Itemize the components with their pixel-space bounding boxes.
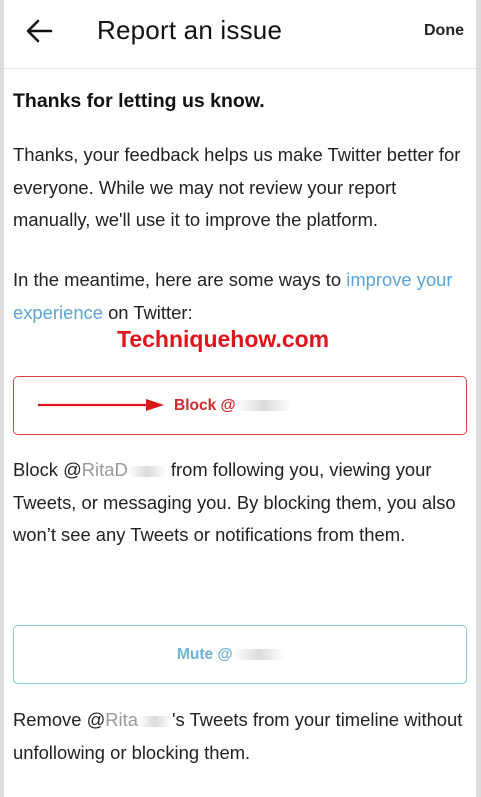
report-issue-screen: Report an issue Done Thanks for letting …: [4, 0, 476, 797]
meantime-suffix: on Twitter:: [102, 301, 193, 323]
feedback-text: Thanks, your feedback helps us make Twit…: [13, 144, 461, 230]
meantime-prefix: In the meantime, here are some ways to: [13, 269, 347, 290]
mute-description: Remove @Rita's Tweets from your timeline…: [13, 709, 463, 763]
watermark-text: Techniquehow.com: [117, 326, 330, 352]
block-button-label: Block @: [174, 397, 292, 415]
block-description: Block @RitaD from following you, viewing…: [13, 459, 456, 545]
header-bar: Report an issue Done: [4, 0, 476, 69]
arrow-left-icon[interactable]: [24, 16, 54, 46]
block-user-button[interactable]: Block @: [13, 376, 467, 435]
done-button[interactable]: Done: [424, 22, 464, 40]
mute-button-label: Mute @: [177, 646, 285, 664]
mute-user-button[interactable]: Mute @: [13, 625, 467, 684]
confirmation-heading: Thanks for letting us know.: [13, 90, 265, 112]
page-title: Report an issue: [97, 15, 283, 45]
meantime-text: In the meantime, here are some ways to i…: [13, 264, 475, 329]
arrow-right-icon: [38, 399, 164, 411]
